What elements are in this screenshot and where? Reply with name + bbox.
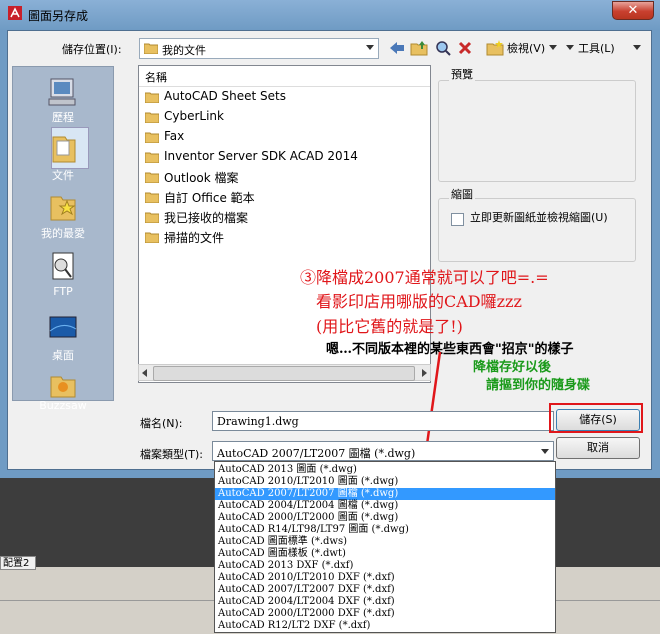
layout-tab[interactable]: 配置2 — [0, 556, 36, 570]
close-button[interactable]: ✕ — [612, 1, 654, 20]
annotation-line2: 看影印店用哪版的CAD囉zzz — [316, 292, 522, 311]
place-documents[interactable]: 文件 — [13, 131, 113, 183]
app-background-right — [556, 478, 660, 568]
scroll-thumb[interactable] — [153, 366, 415, 381]
list-item-label: Inventor Server SDK ACAD 2014 — [164, 149, 358, 163]
file-type-option[interactable]: AutoCAD 2007/LT2007 DXF (*.dxf) — [215, 584, 555, 596]
annotation-green-2: 請摳到你的隨身碟 — [486, 378, 591, 393]
save-button-highlight — [549, 403, 643, 433]
autocad-logo-icon — [8, 6, 22, 20]
place-history[interactable]: 歷程 — [13, 73, 113, 125]
list-item-label: 自訂 Office 範本 — [164, 191, 255, 205]
new-folder-icon[interactable] — [486, 39, 504, 57]
tools-menu[interactable]: 工具(L) — [578, 40, 615, 56]
horizontal-scrollbar[interactable] — [138, 364, 431, 381]
favorites-icon — [50, 196, 76, 221]
folder-icon — [145, 232, 159, 243]
views-menu[interactable]: 檢視(V) — [507, 40, 545, 56]
folder-icon — [145, 192, 159, 203]
place-label: 我的最愛 — [41, 227, 85, 240]
title-bar[interactable]: 圖面另存成 ✕ — [0, 0, 660, 30]
file-type-option[interactable]: AutoCAD 2007/LT2007 圖檔 (*.dwg) — [215, 488, 555, 500]
file-type-option[interactable]: AutoCAD 圖面樣板 (*.dwt) — [215, 548, 555, 560]
list-item-label: Outlook 檔案 — [164, 171, 239, 185]
search-web-icon[interactable] — [434, 39, 452, 57]
list-item-label: CyberLink — [164, 109, 224, 123]
folder-icon — [145, 152, 159, 163]
file-type-option[interactable]: AutoCAD 2004/LT2004 DXF (*.dxf) — [215, 596, 555, 608]
place-favorites[interactable]: 我的最愛 — [13, 189, 113, 241]
file-type-option[interactable]: AutoCAD 2010/LT2010 圖面 (*.dwg) — [215, 476, 555, 488]
place-ftp[interactable]: FTP — [13, 249, 113, 298]
place-desktop[interactable]: 桌面 — [13, 311, 113, 363]
list-item-label: Fax — [164, 129, 185, 143]
place-label: FTP — [53, 285, 73, 298]
update-thumbnail-checkbox[interactable] — [451, 213, 464, 226]
up-folder-icon[interactable] — [410, 39, 428, 57]
folder-icon — [145, 112, 159, 123]
place-label: 桌面 — [52, 349, 74, 362]
preview-label: 預覽 — [449, 66, 475, 82]
file-type-option[interactable]: AutoCAD 2013 DXF (*.dxf) — [215, 560, 555, 572]
file-type-option[interactable]: AutoCAD 2000/LT2000 圖面 (*.dwg) — [215, 512, 555, 524]
folder-icon — [145, 172, 159, 183]
delete-icon[interactable] — [456, 39, 474, 57]
documents-icon — [52, 136, 76, 163]
file-type-options[interactable]: AutoCAD 2013 圖面 (*.dwg) AutoCAD 2010/LT20… — [214, 461, 556, 633]
list-item-label: 我已接收的檔案 — [164, 211, 249, 225]
column-header[interactable]: 名稱 — [139, 66, 430, 87]
place-label: Buzzsaw — [39, 399, 87, 412]
place-label: 歷程 — [52, 111, 74, 124]
buzzsaw-icon — [50, 376, 76, 398]
back-arrow-icon[interactable] — [388, 39, 406, 57]
column-name: 名稱 — [145, 71, 167, 84]
file-name-label: 檔名(N): — [140, 417, 183, 430]
chevron-down-icon — [366, 45, 374, 50]
scroll-left-icon[interactable] — [142, 369, 147, 377]
save-in-value: 我的文件 — [162, 44, 206, 57]
list-item-label: 掃描的文件 — [164, 231, 225, 245]
file-type-option[interactable]: AutoCAD 2013 圖面 (*.dwg) — [215, 464, 555, 476]
annotation-green-1: 降檔存好以後 — [473, 360, 552, 375]
annotation-step3: ③降檔成2007通常就可以了吧=.= — [300, 268, 549, 287]
file-type-option[interactable]: AutoCAD 2010/LT2010 DXF (*.dxf) — [215, 572, 555, 584]
desktop-icon — [49, 316, 77, 338]
file-type-label: 檔案類型(T): — [140, 448, 204, 461]
folder-icon — [145, 92, 159, 103]
options-group-label: 縮圖 — [449, 186, 475, 202]
views-chevron-icon — [549, 45, 557, 50]
file-name-value: Drawing1.dwg — [217, 415, 299, 428]
file-type-option[interactable]: AutoCAD 2000/LT2000 DXF (*.dxf) — [215, 608, 555, 620]
options-group — [438, 198, 636, 262]
tools-chevron-left-icon — [566, 45, 574, 50]
chevron-down-icon — [541, 449, 549, 454]
tools-chevron-icon — [633, 45, 641, 50]
save-in-label: 儲存位置(I): — [62, 43, 122, 56]
file-type-option[interactable]: AutoCAD 圖面標準 (*.dws) — [215, 536, 555, 548]
folder-icon — [145, 132, 159, 143]
save-in-dropdown[interactable]: 我的文件 — [139, 38, 379, 59]
file-type-option[interactable]: AutoCAD R12/LT2 DXF (*.dxf) — [215, 620, 555, 632]
folder-icon — [145, 212, 159, 223]
file-type-option[interactable]: AutoCAD R14/LT98/LT97 圖面 (*.dwg) — [215, 524, 555, 536]
place-label: 文件 — [52, 169, 74, 182]
file-type-option[interactable]: AutoCAD 2004/LT2004 圖檔 (*.dwg) — [215, 500, 555, 512]
file-name-input[interactable]: Drawing1.dwg — [212, 411, 554, 431]
preview-box — [438, 80, 636, 182]
places-bar: 歷程 文件 我的最愛 FTP 桌面 Buzzsaw — [12, 66, 114, 412]
list-item-label: AutoCAD Sheet Sets — [164, 89, 286, 103]
history-icon — [48, 78, 76, 106]
annotation-line3: (用比它舊的就是了!) — [316, 317, 463, 336]
window-title: 圖面另存成 — [28, 9, 89, 23]
update-thumbnail-label[interactable]: 立即更新圖紙並檢視縮圖(U) — [470, 211, 620, 224]
file-type-dropdown[interactable]: AutoCAD 2007/LT2007 圖檔 (*.dwg) — [212, 441, 554, 461]
cancel-button[interactable]: 取消 — [556, 437, 640, 459]
file-type-value: AutoCAD 2007/LT2007 圖檔 (*.dwg) — [217, 447, 416, 460]
ftp-icon — [52, 252, 74, 280]
folder-icon — [144, 43, 158, 54]
place-buzzsaw[interactable]: Buzzsaw — [13, 371, 113, 412]
